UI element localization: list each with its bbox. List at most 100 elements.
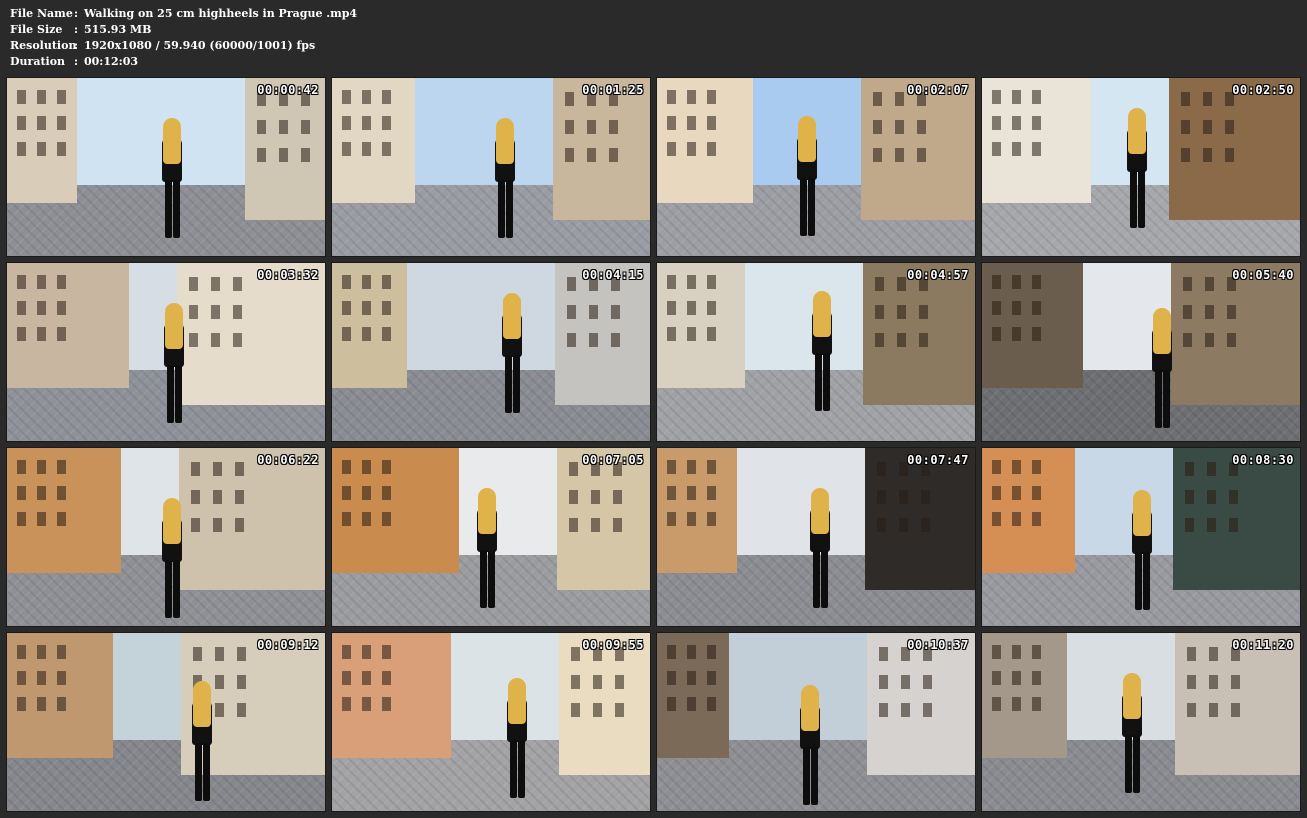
walking-woman-figure (490, 118, 520, 238)
building-right (867, 633, 975, 776)
thumbnail-timestamp: 00:00:42 (257, 83, 319, 97)
thumbnail-image (657, 448, 975, 626)
video-thumbnail[interactable]: 00:10:37 (656, 632, 976, 812)
video-thumbnail[interactable]: 00:05:40 (981, 262, 1301, 442)
thumbnail-timestamp: 00:03:32 (257, 268, 319, 282)
resolution-label: Resolution (10, 39, 77, 52)
file-info-header: File Name : Walking on 25 cm highheels i… (10, 6, 357, 70)
building-right (1169, 78, 1300, 221)
video-thumbnail[interactable]: 00:01:25 (331, 77, 651, 257)
building-left (657, 263, 745, 388)
thumbnail-timestamp: 00:02:07 (907, 83, 969, 97)
walking-woman-figure (805, 488, 835, 608)
thumbnail-image (7, 263, 325, 441)
thumbnail-image (7, 633, 325, 811)
file-name-label: File Name (10, 7, 73, 20)
video-thumbnail[interactable]: 00:09:55 (331, 632, 651, 812)
thumbnail-image (657, 633, 975, 811)
building-left (332, 633, 451, 758)
thumbnail-image (332, 263, 650, 441)
building-left (982, 78, 1091, 203)
separator: : (74, 23, 79, 36)
video-thumbnail[interactable]: 00:06:22 (6, 447, 326, 627)
file-name-row: File Name : Walking on 25 cm highheels i… (10, 6, 357, 22)
thumbnail-image (657, 263, 975, 441)
building-left (332, 78, 415, 203)
building-right (861, 78, 975, 221)
file-size-label: File Size (10, 23, 63, 36)
video-thumbnail[interactable]: 00:08:30 (981, 447, 1301, 627)
thumbnail-timestamp: 00:08:30 (1232, 453, 1294, 467)
walking-woman-figure (157, 118, 187, 238)
building-left (982, 263, 1083, 388)
thumbnail-image (982, 448, 1300, 626)
walking-woman-figure (502, 678, 532, 798)
walking-woman-figure (1127, 490, 1157, 610)
thumbnail-image (982, 263, 1300, 441)
building-right (557, 448, 650, 591)
walking-woman-figure (1122, 108, 1152, 228)
walking-woman-figure (472, 488, 502, 608)
thumbnail-image (982, 78, 1300, 256)
thumbnail-timestamp: 00:05:40 (1232, 268, 1294, 282)
video-thumbnail[interactable]: 00:02:07 (656, 77, 976, 257)
thumbnail-timestamp: 00:02:50 (1232, 83, 1294, 97)
thumbnail-timestamp: 00:07:47 (907, 453, 969, 467)
separator: : (74, 55, 79, 68)
thumbnail-image (332, 448, 650, 626)
thumbnail-image (7, 448, 325, 626)
file-size-value: 515.93 MB (84, 23, 152, 36)
walking-woman-figure (1117, 673, 1147, 793)
building-left (332, 263, 407, 388)
walking-woman-figure (792, 116, 822, 236)
walking-woman-figure (807, 291, 837, 411)
thumbnail-timestamp: 00:06:22 (257, 453, 319, 467)
thumbnail-timestamp: 00:09:12 (257, 638, 319, 652)
duration-label: Duration (10, 55, 66, 68)
file-size-row: File Size : 515.93 MB (10, 22, 357, 38)
video-thumbnail[interactable]: 00:07:05 (331, 447, 651, 627)
building-left (657, 633, 729, 758)
building-right (1171, 263, 1300, 406)
walking-woman-figure (159, 303, 189, 423)
thumbnail-image (657, 78, 975, 256)
thumbnail-grid: 00:00:42 00:01:25 00:02:07 00:02:50 00:03:32… (6, 77, 1302, 813)
building-left (332, 448, 459, 573)
thumbnail-timestamp: 00:04:15 (582, 268, 644, 282)
thumbnail-image (7, 78, 325, 256)
thumbnail-timestamp: 00:09:55 (582, 638, 644, 652)
video-thumbnail[interactable]: 00:02:50 (981, 77, 1301, 257)
duration-value: 00:12:03 (84, 55, 139, 68)
building-left (7, 78, 77, 203)
separator: : (74, 39, 79, 52)
video-thumbnail[interactable]: 00:00:42 (6, 77, 326, 257)
file-name-value: Walking on 25 cm highheels in Prague .mp… (84, 7, 358, 20)
thumbnail-timestamp: 00:01:25 (582, 83, 644, 97)
building-right (179, 448, 325, 591)
thumbnail-timestamp: 00:04:57 (907, 268, 969, 282)
video-thumbnail[interactable]: 00:04:15 (331, 262, 651, 442)
video-thumbnail[interactable]: 00:09:12 (6, 632, 326, 812)
building-left (657, 448, 737, 573)
separator: : (74, 7, 79, 20)
building-right (559, 633, 650, 776)
video-thumbnail[interactable]: 00:07:47 (656, 447, 976, 627)
thumbnail-image (332, 633, 650, 811)
building-left (657, 78, 753, 203)
duration-row: Duration : 00:12:03 (10, 54, 357, 70)
walking-woman-figure (795, 685, 825, 805)
resolution-value: 1920x1080 / 59.940 (60000/1001) fps (84, 39, 316, 52)
thumbnail-timestamp: 00:07:05 (582, 453, 644, 467)
building-left (7, 448, 121, 573)
video-thumbnail[interactable]: 00:04:57 (656, 262, 976, 442)
walking-woman-figure (187, 681, 217, 801)
thumbnail-image (982, 633, 1300, 811)
walking-woman-figure (1147, 308, 1177, 428)
video-thumbnail[interactable]: 00:03:32 (6, 262, 326, 442)
thumbnail-image (332, 78, 650, 256)
thumbnail-timestamp: 00:11:20 (1232, 638, 1294, 652)
video-thumbnail[interactable]: 00:11:20 (981, 632, 1301, 812)
building-right (1175, 633, 1300, 776)
building-right (865, 448, 975, 591)
building-left (7, 633, 113, 758)
